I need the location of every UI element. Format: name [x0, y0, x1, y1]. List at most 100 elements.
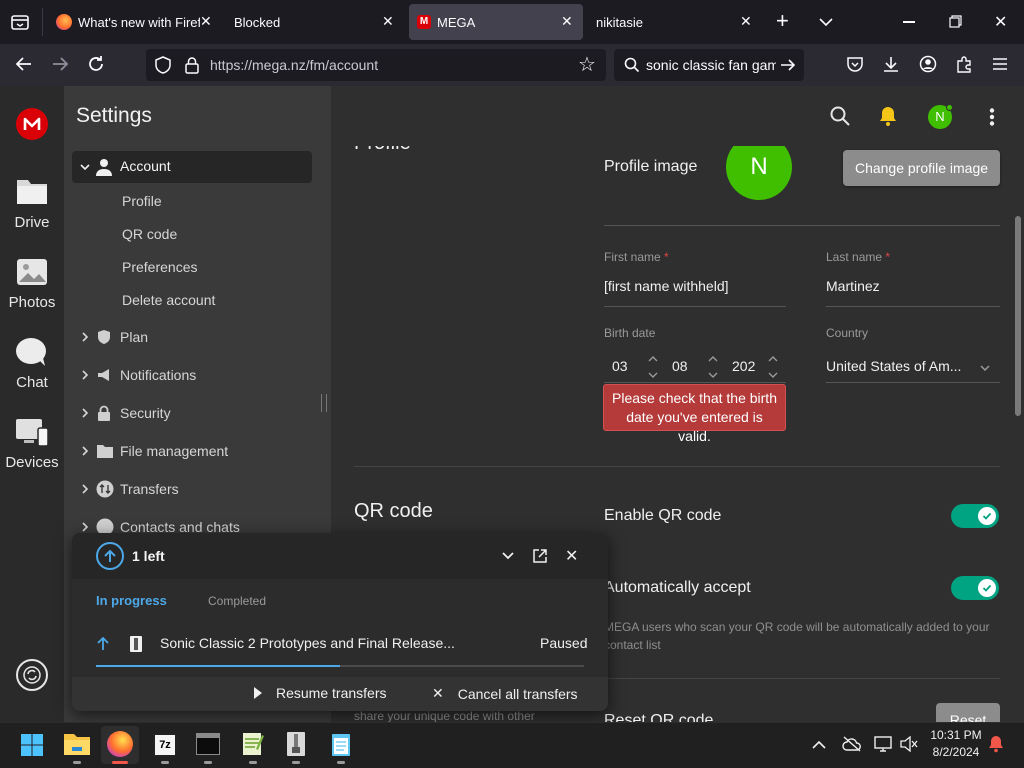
tab-close-icon[interactable]: ✕: [200, 13, 212, 30]
sync-icon[interactable]: [16, 659, 48, 691]
birth-month-input[interactable]: 08: [672, 358, 688, 374]
auto-accept-toggle[interactable]: [951, 576, 999, 600]
close-panel-icon[interactable]: ✕: [565, 546, 578, 566]
more-vertical-icon[interactable]: [989, 108, 995, 126]
devices-icon: [14, 416, 50, 448]
downloads-icon[interactable]: [882, 55, 900, 73]
profile-avatar[interactable]: N: [726, 146, 792, 200]
search-icon[interactable]: [830, 106, 850, 126]
settings-item-label: Security: [120, 405, 171, 421]
tab-nikitasie[interactable]: nikitasie ✕: [588, 4, 764, 40]
tab-in-progress[interactable]: In progress: [96, 593, 167, 608]
change-profile-image-button[interactable]: Change profile image: [843, 150, 1000, 186]
collapse-chevron-icon[interactable]: [502, 551, 514, 561]
transfers-remaining-count: 1 left: [132, 548, 165, 564]
settings-item-transfers[interactable]: Transfers: [80, 480, 179, 498]
close-window-icon[interactable]: ✕: [994, 12, 1007, 32]
first-name-field[interactable]: First name * [first name withheld]: [604, 250, 786, 307]
settings-sub-profile[interactable]: Profile: [122, 193, 162, 209]
archive-icon[interactable]: [286, 731, 306, 757]
network-icon[interactable]: [874, 736, 892, 752]
content-scrollbar[interactable]: [1015, 216, 1021, 416]
tab-mega[interactable]: M MEGA ✕: [409, 4, 583, 40]
settings-sub-preferences[interactable]: Preferences: [122, 259, 197, 275]
taskbar-indicator: [112, 761, 128, 764]
year-stepper-icon[interactable]: [768, 354, 778, 380]
last-name-field[interactable]: Last name * Martinez: [826, 250, 1000, 307]
auto-accept-description: MEGA users who scan your QR code will be…: [604, 620, 990, 652]
restore-icon[interactable]: [949, 15, 962, 28]
url-text[interactable]: https://mega.nz/fm/account: [210, 57, 378, 73]
day-stepper-icon[interactable]: [648, 354, 658, 380]
expand-icon[interactable]: [533, 549, 547, 563]
birth-year-input[interactable]: 202: [732, 358, 755, 374]
tab-firefox-whats-new[interactable]: What's new with Firefox ✕: [50, 4, 222, 40]
resume-transfers-button[interactable]: Resume transfers: [254, 685, 386, 701]
notification-bell-icon[interactable]: [988, 735, 1004, 753]
search-bar[interactable]: sonic classic fan gam: [614, 49, 804, 81]
new-tab-button[interactable]: +: [776, 8, 789, 34]
windows-start-icon[interactable]: [20, 733, 44, 757]
list-all-tabs-icon[interactable]: [10, 12, 30, 32]
cloud-offline-icon[interactable]: [842, 736, 862, 752]
first-name-input[interactable]: [first name withheld]: [604, 278, 786, 294]
tab-close-icon[interactable]: ✕: [740, 13, 752, 30]
nav-drive[interactable]: Drive: [0, 176, 64, 231]
minimize-icon[interactable]: [903, 21, 915, 23]
clock-time[interactable]: 10:31 PM: [928, 728, 984, 742]
settings-item-security[interactable]: Security: [80, 404, 171, 422]
settings-item-notifications[interactable]: Notifications: [80, 366, 196, 384]
tab-close-icon[interactable]: ✕: [382, 13, 394, 30]
file-explorer-icon[interactable]: [63, 731, 91, 757]
tab-blocked[interactable]: Blocked ✕: [226, 4, 404, 40]
enable-qr-toggle[interactable]: [951, 504, 999, 528]
settings-item-plan[interactable]: Plan: [80, 328, 148, 346]
reset-qr-button[interactable]: Reset: [936, 703, 1000, 722]
search-input[interactable]: sonic classic fan gam: [646, 57, 776, 73]
nav-devices[interactable]: Devices: [0, 416, 64, 471]
tab-completed[interactable]: Completed: [208, 594, 266, 608]
chevron-right-icon: [82, 484, 89, 494]
online-status-dot: [946, 104, 953, 111]
notepad-icon[interactable]: [331, 731, 351, 757]
settings-sub-qr-code[interactable]: QR code: [122, 226, 177, 242]
lock-icon[interactable]: [184, 56, 200, 74]
bell-notification-icon[interactable]: [877, 105, 899, 127]
menu-hamburger-icon[interactable]: [992, 57, 1008, 71]
settings-sub-delete-account[interactable]: Delete account: [122, 292, 215, 308]
extensions-icon[interactable]: [955, 55, 973, 73]
bookmark-star-icon[interactable]: ☆: [578, 52, 596, 77]
country-select[interactable]: United States of Am...: [826, 358, 961, 374]
chevron-right-icon: [82, 408, 89, 418]
required-mark: *: [664, 250, 669, 264]
tab-close-icon[interactable]: ✕: [561, 13, 573, 30]
shield-icon[interactable]: [154, 56, 172, 74]
settings-item-file-management[interactable]: File management: [80, 442, 228, 460]
pocket-icon[interactable]: [846, 55, 864, 73]
account-icon[interactable]: [919, 55, 937, 73]
country-field[interactable]: Country United States of Am...: [826, 326, 1000, 383]
search-go-arrow-icon[interactable]: [780, 57, 796, 73]
terminal-icon[interactable]: [196, 733, 220, 755]
birth-day-input[interactable]: 03: [612, 358, 628, 374]
back-icon[interactable]: [14, 54, 34, 74]
last-name-input[interactable]: Martinez: [826, 278, 1000, 294]
tray-overflow-chevron-icon[interactable]: [812, 740, 826, 750]
chevron-down-icon[interactable]: [818, 14, 834, 30]
birth-date-field: Birth date 03 08 202: [604, 326, 786, 383]
nav-chat[interactable]: Chat: [0, 336, 64, 391]
volume-muted-icon[interactable]: [900, 736, 918, 752]
notepad-plus-icon[interactable]: [242, 731, 264, 757]
reload-icon[interactable]: [86, 54, 106, 74]
auto-accept-label: Automatically accept: [604, 579, 751, 596]
clock-date[interactable]: 8/2/2024: [928, 745, 984, 759]
mega-logo-icon[interactable]: [16, 108, 48, 140]
cancel-all-transfers-button[interactable]: ✕ Cancel all transfers: [432, 685, 578, 702]
sidebar-resize-handle[interactable]: [321, 394, 327, 412]
7zip-icon[interactable]: 7z: [153, 733, 177, 757]
month-stepper-icon[interactable]: [708, 354, 718, 380]
settings-item-account[interactable]: Account: [72, 151, 312, 183]
url-bar[interactable]: https://mega.nz/fm/account ☆: [146, 49, 606, 81]
forward-icon[interactable]: [50, 54, 70, 74]
nav-photos[interactable]: Photos: [0, 256, 64, 311]
